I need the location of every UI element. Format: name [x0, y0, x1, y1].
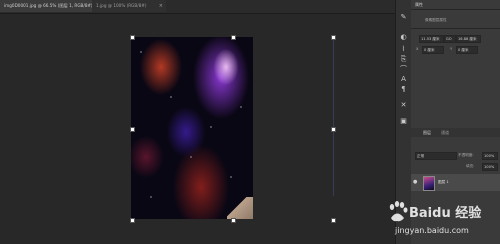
divider: [411, 9, 500, 10]
transform-handle-tm[interactable]: [231, 35, 236, 40]
brush-icon[interactable]: ⌇: [398, 44, 409, 54]
fill-field[interactable]: 100%: [482, 163, 498, 171]
opacity-label: 不透明度:: [458, 153, 474, 157]
image-corner: [227, 197, 253, 219]
blend-mode-select[interactable]: 正常: [415, 152, 457, 160]
adjust-icon[interactable]: ◐: [398, 32, 409, 42]
transform-handle-mr[interactable]: [331, 127, 336, 132]
divider: [411, 28, 500, 29]
cube-icon[interactable]: ▣: [398, 116, 409, 126]
channels-tab[interactable]: 通道: [441, 130, 449, 136]
fill-label: 填充:: [466, 164, 475, 168]
x-field[interactable]: 0 厘米: [422, 46, 444, 54]
tools-icon[interactable]: ✕: [398, 100, 409, 110]
clone-icon[interactable]: ⎘: [398, 54, 409, 64]
transform-handle-bl[interactable]: [130, 218, 135, 223]
x-label: X: [416, 47, 419, 51]
properties-tab[interactable]: 属性: [415, 2, 423, 8]
properties-title: 像素图层属性: [425, 18, 447, 22]
canvas-workspace[interactable]: [0, 14, 395, 244]
nebula-stars: [131, 37, 253, 219]
document-tab-bar: img0D0001.jpg @ 66.5% (图层 1, RGB/8#) × 1…: [0, 0, 395, 14]
document-tab-active[interactable]: img0D0001.jpg @ 66.5% (图层 1, RGB/8#) ×: [0, 0, 98, 12]
opacity-field[interactable]: 100%: [482, 152, 498, 160]
watermark-brand: Baidu 经验: [409, 206, 482, 221]
transform-handle-tl[interactable]: [130, 35, 135, 40]
tab-label: 1.jpg @ 100% (RGB/8#): [96, 3, 147, 8]
height-field[interactable]: 16.88 厘米: [456, 35, 481, 43]
baidu-paw-logo: [389, 201, 408, 222]
tab-label: img0D0001.jpg @ 66.5% (图层 1, RGB/8#): [4, 3, 93, 8]
transform-handle-ml[interactable]: [130, 127, 135, 132]
layers-panel-header: 图层 通道: [411, 128, 500, 137]
baidu-watermark: Baidu 经验 jingyan.baidu.com: [387, 200, 500, 244]
visibility-eye-icon[interactable]: ●: [413, 179, 417, 185]
layer-row[interactable]: ● 图层 1: [411, 174, 500, 191]
y-field[interactable]: 0 厘米: [456, 46, 478, 54]
document-image[interactable]: [131, 37, 253, 219]
pen-icon[interactable]: ✎: [398, 12, 409, 22]
paragraph-icon[interactable]: ¶: [398, 84, 409, 94]
watermark-url: jingyan.baidu.com: [395, 226, 469, 235]
transform-handle-bm[interactable]: [231, 218, 236, 223]
layer-name: 图层 1: [438, 180, 449, 184]
transform-handle-br[interactable]: [331, 218, 336, 223]
transform-handle-tr[interactable]: [331, 35, 336, 40]
transform-edge: [333, 36, 334, 196]
layer-thumbnail: [423, 176, 435, 191]
layers-tab[interactable]: 图层: [423, 130, 431, 136]
width-field[interactable]: 11.53 厘米: [419, 35, 444, 43]
text-icon[interactable]: A: [398, 74, 409, 84]
y-label: Y: [450, 47, 453, 51]
link-button[interactable]: GO: [444, 35, 456, 43]
document-tab[interactable]: 1.jpg @ 100% (RGB/8#) ×: [92, 0, 166, 12]
path-icon[interactable]: ⌒: [398, 64, 409, 74]
close-icon[interactable]: ×: [159, 0, 163, 12]
